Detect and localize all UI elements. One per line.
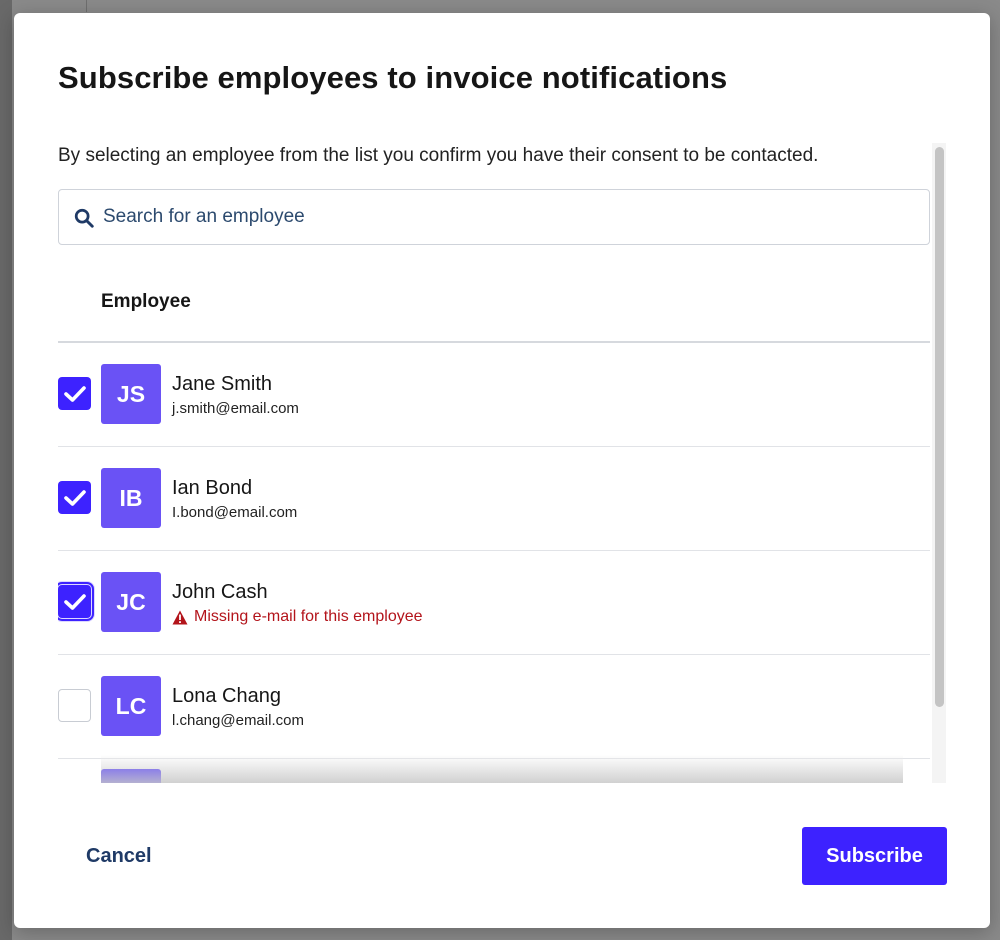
search-box[interactable] [58,189,930,245]
dialog-scroll-area[interactable]: By selecting an employee from the list y… [58,143,946,783]
backdrop-divider [86,0,87,12]
employee-email: I.bond@email.com [172,504,298,521]
check-icon [63,593,86,610]
missing-email-warning: Missing e-mail for this employee [172,608,423,626]
employee-name: Ian Bond [172,477,253,499]
scroll-fade [101,755,903,783]
avatar: IB [101,468,161,528]
employee-row[interactable]: LC Lona Chang l.chang@email.com [58,655,930,759]
consent-text: By selecting an employee from the list y… [58,145,819,166]
check-icon [63,385,86,402]
check-icon [63,489,86,506]
employee-checkbox[interactable] [58,582,94,621]
employee-email: j.smith@email.com [172,400,299,417]
employee-row[interactable]: IB Ian Bond I.bond@email.com [58,447,930,551]
employee-name: Lona Chang [172,685,281,707]
dialog-title: Subscribe employees to invoice notificat… [58,60,728,95]
employee-row[interactable]: JS Jane Smith j.smith@email.com [58,343,930,447]
employee-checkbox[interactable] [58,689,91,722]
search-input[interactable] [103,202,903,232]
warning-text: Missing e-mail for this employee [194,608,423,625]
avatar: JC [101,572,161,632]
backdrop-edge [0,0,12,940]
employee-list: JS Jane Smith j.smith@email.com IB Ian B… [58,343,930,759]
employee-column-header: Employee [101,291,191,312]
employee-row[interactable]: JC John Cash Missing e-mail for this emp… [58,551,930,655]
employee-name: Jane Smith [172,373,273,395]
avatar: LC [101,676,161,736]
subscribe-dialog: Subscribe employees to invoice notificat… [14,13,990,928]
employee-email: l.chang@email.com [172,712,304,729]
search-icon [74,208,94,228]
employee-name: John Cash [172,581,268,603]
scrollbar-thumb[interactable] [935,147,944,707]
employee-checkbox[interactable] [58,377,91,410]
subscribe-button[interactable]: Subscribe [802,827,947,885]
cancel-button[interactable]: Cancel [74,828,164,884]
warning-triangle-icon [172,610,188,624]
avatar: JS [101,364,161,424]
employee-checkbox[interactable] [58,481,91,514]
